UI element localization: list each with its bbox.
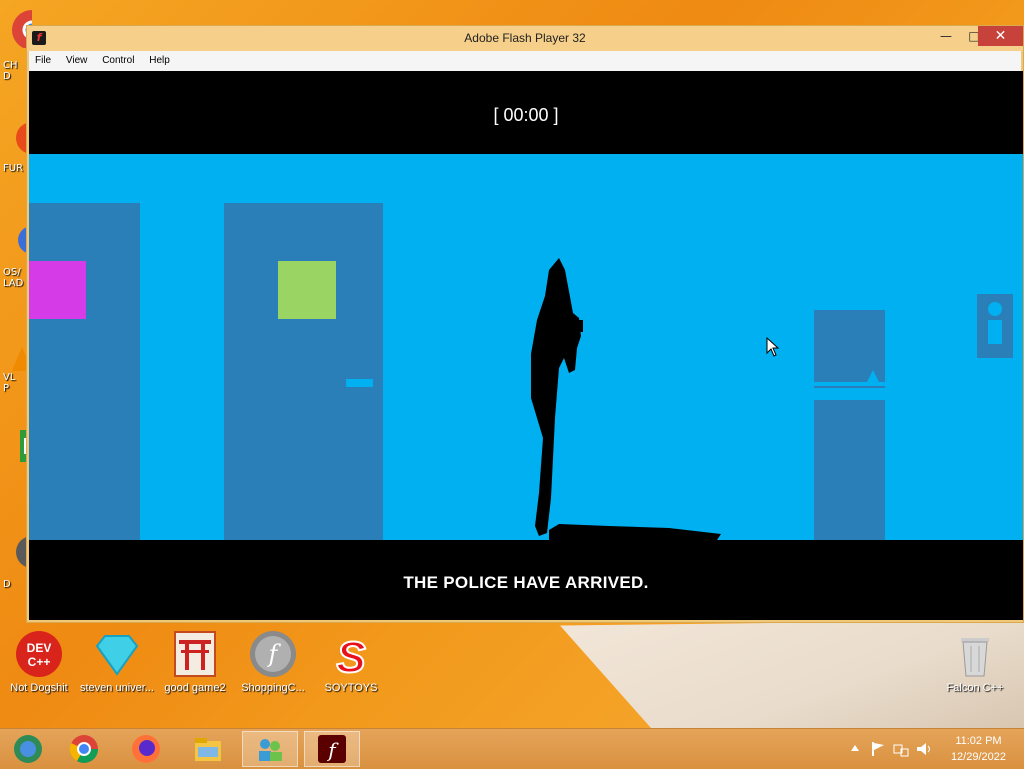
desktop-icon-soytoys[interactable]: S SOYTOYS (312, 630, 390, 695)
flash-player-icon: f (318, 735, 346, 763)
desktop-icon-label: Not Dogshit (10, 682, 68, 694)
dev-cpp-icon: DEV C++ (15, 630, 63, 678)
door-left (29, 203, 140, 540)
small-triangle (867, 370, 879, 382)
left-label-3: OS/LAD (3, 267, 24, 289)
desktop-icon-goodgame2[interactable]: good game2 (156, 630, 234, 695)
window-ledge (814, 386, 885, 388)
green-block (278, 261, 336, 319)
menu-bar: File View Control Help (29, 51, 1021, 71)
desktop-icon-devcpp[interactable]: DEV C++ Not Dogshit (0, 630, 78, 695)
soldier-silhouette (531, 258, 721, 540)
taskbar-firefox[interactable] (118, 731, 174, 767)
taskbar-file-explorer[interactable] (180, 731, 236, 767)
door-handle (346, 379, 373, 387)
people-icon (259, 739, 282, 761)
window-title: Adobe Flash Player 32 (464, 31, 586, 45)
desktop-icon-label: steven univer... (80, 682, 154, 694)
taskbar-people[interactable] (242, 731, 298, 767)
minimize-button[interactable]: — (933, 26, 959, 46)
desktop-icon-label: SOYTOYS (324, 682, 378, 694)
menu-control[interactable]: Control (96, 51, 140, 66)
desktop-icon-label: ShoppingC... (241, 682, 305, 694)
left-label-5: D (3, 579, 11, 590)
window-lower (814, 400, 885, 540)
restroom-sign (977, 294, 1013, 358)
taskbar-chrome[interactable] (56, 731, 112, 767)
game-scene[interactable] (29, 154, 1023, 540)
desktop-icon-shopping[interactable]: f ShoppingC... (234, 630, 312, 695)
volume-icon[interactable] (916, 741, 932, 757)
taskbar-explorer[interactable] (0, 731, 56, 767)
flash-player-window[interactable]: f Adobe Flash Player 32 — □ ✕ File View … (26, 25, 1024, 623)
game-timer: [ 00:00 ] (493, 105, 559, 125)
desktop-icon-label: Falcon C++ (946, 682, 1004, 694)
left-label-2: FUR (3, 163, 24, 174)
file-explorer-icon (195, 738, 221, 761)
explorer-icon (14, 735, 42, 763)
taskbar-flash-player[interactable]: f (304, 731, 360, 767)
s-logo-icon: S (327, 630, 375, 683)
door-middle (224, 203, 383, 540)
magenta-block (29, 261, 86, 319)
close-button[interactable]: ✕ (978, 26, 1023, 46)
title-bar[interactable]: f Adobe Flash Player 32 — □ ✕ (27, 26, 1023, 51)
firefox-icon (132, 735, 160, 763)
svg-text:C++: C++ (28, 655, 51, 669)
clock-date: 12/29/2022 (950, 751, 1006, 763)
show-hidden-icons-icon[interactable] (850, 744, 860, 752)
svg-text:DEV: DEV (27, 641, 52, 655)
chrome-icon (69, 735, 98, 763)
torii-gate-icon (171, 630, 219, 678)
diamond-icon (93, 630, 141, 678)
taskbar: f 11:02 PM 12/29/2022 (0, 728, 1024, 769)
left-label-1: CH D (3, 60, 18, 82)
mouse-cursor (766, 337, 780, 357)
left-label-4: VL P (3, 372, 16, 394)
game-stage[interactable]: [ 00:00 ] THE POLICE HAVE ARRIVED. (29, 71, 1023, 620)
menu-view[interactable]: View (60, 51, 94, 66)
desktop-icon-falcon[interactable]: Falcon C++ (936, 630, 1014, 695)
desktop-icon-label: good game2 (164, 682, 226, 694)
menu-file[interactable]: File (29, 51, 57, 66)
menu-help[interactable]: Help (143, 51, 176, 66)
svg-text:S: S (336, 633, 365, 678)
clock-time: 11:02 PM (955, 735, 1002, 747)
system-clock[interactable]: 11:02 PM 12/29/2022 (951, 733, 1006, 765)
flash-icon: f (249, 630, 297, 678)
network-icon[interactable] (892, 741, 910, 757)
recycle-bin-icon (951, 630, 999, 678)
game-caption: THE POLICE HAVE ARRIVED. (403, 573, 649, 592)
desktop-icon-steven[interactable]: steven univer... (78, 630, 156, 695)
flag-icon[interactable] (870, 741, 886, 757)
